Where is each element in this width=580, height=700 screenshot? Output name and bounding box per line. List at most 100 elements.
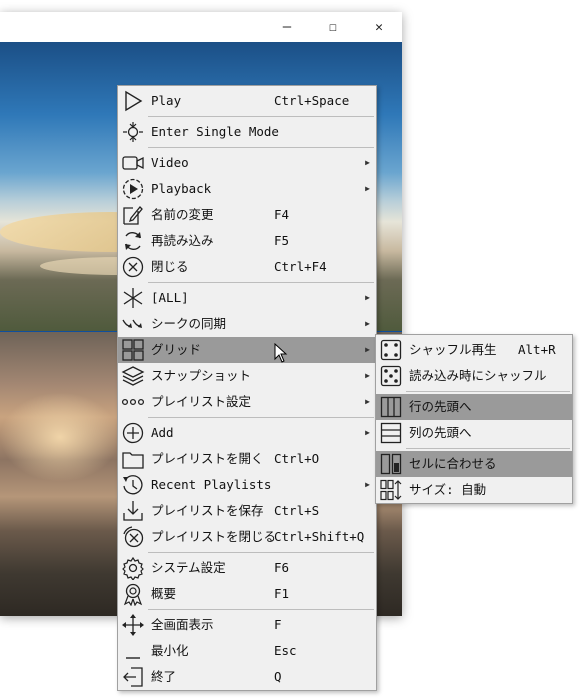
menu-item-save-playlist[interactable]: プレイリストを保存 Ctrl+S [118,498,376,524]
menu-item-shortcut: F1 [274,586,290,601]
menu-item-recent-playlists[interactable]: Recent Playlists ▶ [118,472,376,498]
menu-item-label: Add [151,425,174,440]
menu-item-close[interactable]: 閉じる Ctrl+F4 [118,254,376,280]
menu-item-label: Play [151,93,182,108]
menu-item-label: プレイリストを閉じる [151,529,277,544]
menu-item-label: プレイリストを保存 [151,503,264,518]
menu-item-shortcut: Q [274,669,282,684]
menu-item-enter-single-mode[interactable]: Enter Single Mode [118,119,376,145]
menu-item-label: 全画面表示 [151,617,214,632]
menu-item-label: システム設定 [151,560,226,575]
menu-item-label: シークの同期 [151,316,227,331]
menu-item-shortcut: F6 [274,560,290,575]
submenu-arrow-icon: ▶ [365,319,370,328]
menu-item-shortcut: F5 [274,233,290,248]
menu-item-playback[interactable]: Playback ▶ [118,176,376,202]
menu-item-system-settings[interactable]: システム設定 F6 [118,555,376,581]
dice-icon [379,338,403,362]
menu-item-snapshot[interactable]: スナップショット ▶ [118,363,376,389]
seek-sync-icon [121,312,145,336]
menu-item-label: セルに合わせる [409,456,497,471]
menu-item-label: プレイリストを開く [151,451,264,466]
menu-item-grid[interactable]: グリッド ▶ [118,337,376,363]
submenu-arrow-icon: ▶ [365,428,370,437]
submenu-item-fit-cell[interactable]: セルに合わせる [376,451,572,477]
history-icon [121,473,145,497]
menu-item-minimize[interactable]: 最小化 Esc [118,638,376,664]
submenu-arrow-icon: ▶ [365,371,370,380]
sunset-glow [0,392,120,482]
submenu-arrow-icon: ▶ [365,480,370,489]
menu-separator [406,391,570,392]
menu-item-reload[interactable]: 再読み込み F5 [118,228,376,254]
menu-item-rename[interactable]: 名前の変更 F4 [118,202,376,228]
submenu-item-shuffle-on-load[interactable]: 読み込み時にシャッフル [376,363,572,389]
menu-separator [148,609,374,610]
submenu-item-shuffle-play[interactable]: シャッフル再生 Alt+R [376,337,572,363]
menu-item-label: サイズ: 自動 [409,482,487,497]
column-head-icon [379,421,403,445]
grid-submenu: シャッフル再生 Alt+R 読み込み時にシャッフル 行の先頭へ 列の先頭へ セル… [375,334,573,504]
menu-item-label: スナップショット [151,368,252,383]
menu-item-label: Recent Playlists [151,477,272,492]
menu-item-label: Playback [151,181,212,196]
rename-icon [121,203,145,227]
menu-item-playlist-settings[interactable]: プレイリスト設定 ▶ [118,389,376,415]
menu-item-label: 行の先頭へ [409,399,472,414]
folder-icon [121,447,145,471]
menu-item-label: 名前の変更 [151,207,214,222]
submenu-item-size-auto[interactable]: サイズ: 自動 [376,477,572,503]
gear-icon [121,556,145,580]
menu-item-play[interactable]: Play Ctrl+Space [118,88,376,114]
menu-item-label: グリッド [151,342,202,357]
grid-icon [121,338,145,362]
snapshot-icon [121,364,145,388]
menu-separator [148,147,374,148]
maximize-window-icon: ☐ [329,19,337,35]
menu-item-open-playlist[interactable]: プレイリストを開く Ctrl+O [118,446,376,472]
playback-icon [121,177,145,201]
menu-item-label: 概要 [151,586,177,601]
menu-item-all[interactable]: [ALL] ▶ [118,285,376,311]
fit-cell-icon [379,452,403,476]
menu-item-fullscreen[interactable]: 全画面表示 F [118,612,376,638]
mouse-cursor-icon [274,343,288,363]
menu-item-shortcut: F [274,617,282,632]
submenu-arrow-icon: ▶ [365,397,370,406]
menu-item-label: 列の先頭へ [409,425,472,440]
minimize-window-icon: – [282,19,292,35]
menu-item-add[interactable]: Add ▶ [118,420,376,446]
minimize-button[interactable]: – [264,12,310,42]
save-icon [121,499,145,523]
title-bar[interactable]: – ☐ ✕ [0,12,402,42]
submenu-arrow-icon: ▶ [365,293,370,302]
submenu-arrow-icon: ▶ [365,158,370,167]
fullscreen-icon [121,613,145,637]
play-icon [121,89,145,113]
close-window-icon: ✕ [375,19,383,35]
all-asterisk-icon [121,286,145,310]
menu-item-label: [ALL] [151,290,189,305]
menu-separator [148,116,374,117]
single-mode-icon [121,120,145,144]
menu-separator [148,417,374,418]
dice-icon [379,364,403,388]
menu-item-label: Video [151,155,189,170]
menu-separator [148,282,374,283]
menu-item-label: Enter Single Mode [151,124,279,139]
menu-item-exit[interactable]: 終了 Q [118,664,376,690]
menu-item-video[interactable]: Video ▶ [118,150,376,176]
menu-item-label: 最小化 [151,643,189,658]
video-icon [121,151,145,175]
submenu-item-row-head[interactable]: 行の先頭へ [376,394,572,420]
menu-item-label: 終了 [151,669,177,684]
submenu-item-column-head[interactable]: 列の先頭へ [376,420,572,446]
maximize-button[interactable]: ☐ [310,12,356,42]
menu-item-shortcut: Ctrl+S [274,503,320,518]
menu-item-about[interactable]: 概要 F1 [118,581,376,607]
close-window-button[interactable]: ✕ [356,12,402,42]
menu-item-close-playlist[interactable]: プレイリストを閉じる Ctrl+Shift+Q [118,524,376,550]
menu-item-label: 再読み込み [151,233,214,248]
menu-item-shortcut: Ctrl+O [274,451,320,466]
menu-item-seek-sync[interactable]: シークの同期 ▶ [118,311,376,337]
